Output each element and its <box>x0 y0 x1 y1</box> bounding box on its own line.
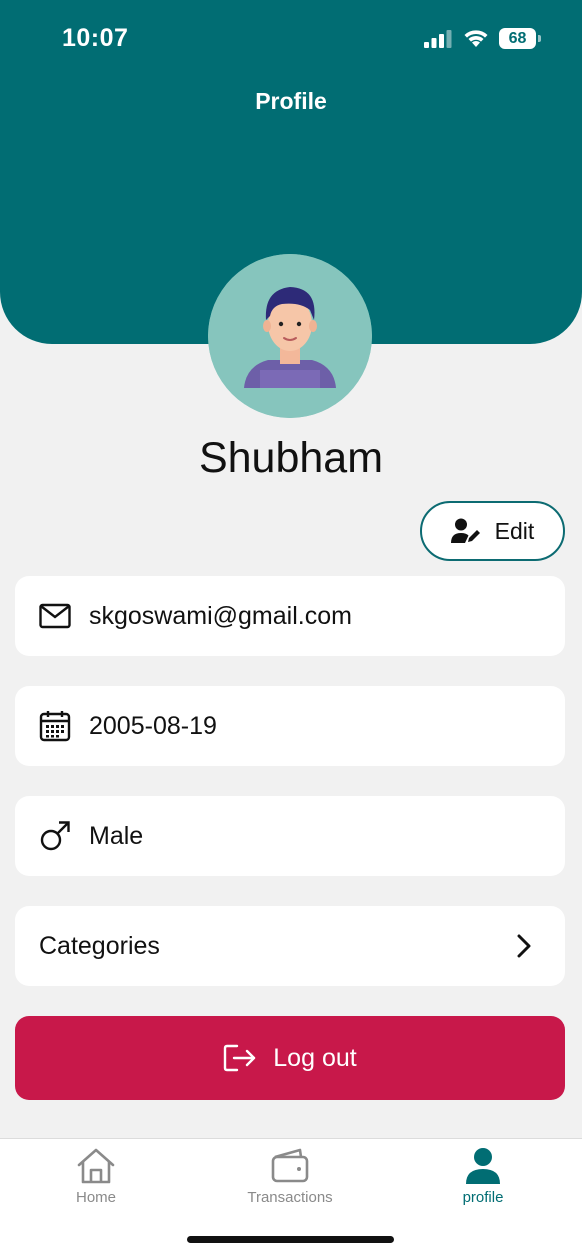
envelope-icon <box>39 600 71 632</box>
wifi-icon <box>464 30 488 47</box>
tab-profile-label: profile <box>462 1189 504 1206</box>
user-name: Shubham <box>198 434 384 482</box>
user-avatar-illustration <box>208 254 372 418</box>
edit-profile-button[interactable]: Edit <box>420 501 565 561</box>
birthdate-value: 2005-08-19 <box>89 711 217 740</box>
male-gender-icon <box>39 820 71 852</box>
status-time: 10:07 <box>62 24 129 52</box>
email-row: skgoswami@gmail.com <box>15 576 565 656</box>
tab-profile[interactable]: profile <box>403 1147 563 1217</box>
person-icon <box>466 1148 500 1184</box>
edit-button-label: Edit <box>494 517 535 544</box>
wallet-icon <box>271 1148 309 1183</box>
calendar-icon <box>39 710 71 742</box>
tab-home-label: Home <box>75 1189 116 1206</box>
categories-row[interactable]: Categories <box>15 906 565 986</box>
tab-transactions-label: Transactions <box>247 1189 333 1206</box>
tab-home[interactable]: Home <box>16 1147 176 1217</box>
logout-label: Log out <box>273 1043 357 1072</box>
gender-value: Male <box>89 821 144 850</box>
chevron-right-icon <box>517 934 531 958</box>
categories-label: Categories <box>39 931 160 960</box>
home-indicator <box>187 1236 394 1243</box>
status-bar: 10:07 68 <box>0 0 582 80</box>
gender-row: Male <box>15 796 565 876</box>
battery-indicator: 68 <box>499 28 541 49</box>
home-icon <box>77 1148 115 1184</box>
email-value: skgoswami@gmail.com <box>89 601 352 630</box>
battery-level: 68 <box>499 28 536 49</box>
avatar[interactable] <box>208 254 372 418</box>
logout-icon <box>224 1044 256 1072</box>
logout-button[interactable]: Log out <box>15 1016 565 1100</box>
cellular-signal-icon <box>424 30 452 48</box>
birthdate-row: 2005-08-19 <box>15 686 565 766</box>
user-edit-icon <box>450 518 480 543</box>
page-title: Profile <box>255 88 327 114</box>
tab-transactions[interactable]: Transactions <box>210 1147 370 1217</box>
